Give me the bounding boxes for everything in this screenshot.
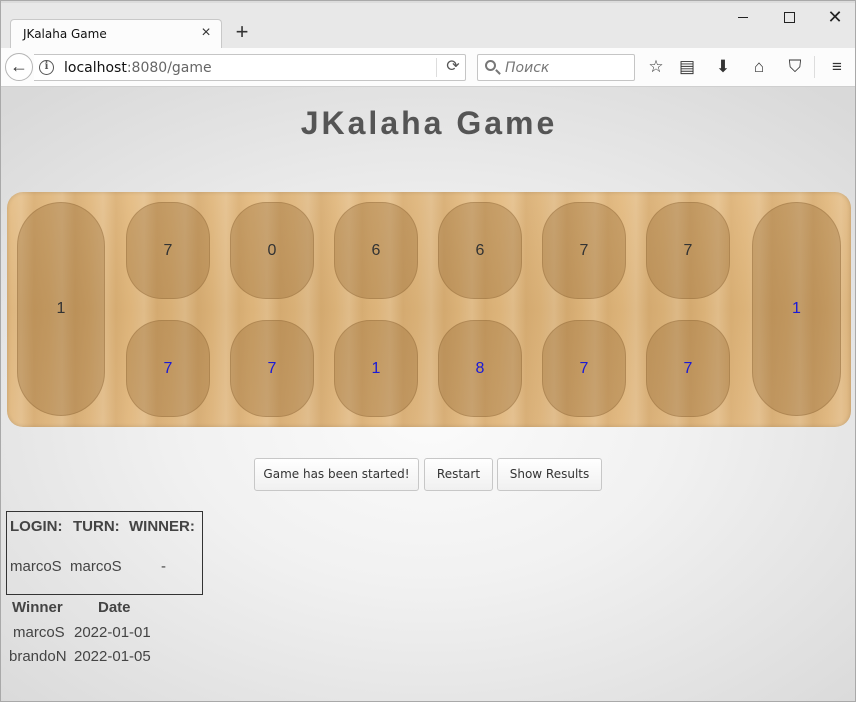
login-header: LOGIN:	[10, 518, 63, 535]
winner-value: -	[161, 558, 166, 575]
pit-count: 6	[475, 242, 485, 259]
pit-count: 1	[371, 360, 381, 377]
url-bar[interactable]: i localhost:8080/game ⟳	[34, 54, 466, 81]
search-icon	[485, 60, 496, 71]
pit-count: 0	[267, 242, 277, 259]
pit-count: 7	[579, 242, 589, 259]
back-arrow-icon[interactable]: ←	[5, 53, 33, 81]
status-table: LOGIN: TURN: WINNER: marcoS marcoS -	[6, 511, 203, 595]
login-value: marcoS	[10, 558, 62, 575]
pit-bottom-4[interactable]: 8	[438, 320, 522, 417]
star-icon[interactable]: ☆	[645, 56, 667, 78]
winner-header: WINNER:	[129, 518, 195, 535]
info-icon[interactable]: i	[39, 60, 54, 75]
turn-value: marcoS	[70, 558, 122, 575]
browser-window: JKalaha Game × + ✕ ← i localhost:8080/ga…	[0, 0, 856, 702]
reading-list-icon[interactable]: ▤	[676, 56, 698, 78]
restart-button[interactable]: Restart	[424, 458, 493, 491]
pit-bottom-6[interactable]: 7	[646, 320, 730, 417]
pit-bottom-1[interactable]: 7	[126, 320, 210, 417]
kalaha-board: 1 7 0 6 6 7 7 7 7 1 8 7 7 1	[7, 192, 851, 427]
title-bar-top-line	[1, 1, 855, 3]
pit-count: 7	[267, 360, 277, 377]
pocket-icon[interactable]: ⛉	[784, 56, 806, 78]
url-host: localhost	[64, 60, 127, 76]
pit-bottom-5[interactable]: 7	[542, 320, 626, 417]
title-bar: JKalaha Game × + ✕	[1, 1, 855, 48]
right-store: 1	[752, 202, 841, 416]
pit-bottom-2[interactable]: 7	[230, 320, 314, 417]
pit-count: 7	[163, 242, 173, 259]
navigation-toolbar: ← i localhost:8080/game ⟳ Поиск ☆ ▤ ⬇ ⌂ …	[1, 48, 855, 87]
game-status-button[interactable]: Game has been started!	[254, 458, 419, 491]
pit-count: 6	[371, 242, 381, 259]
pit-count: 7	[163, 360, 173, 377]
pit-count: 7	[683, 360, 693, 377]
results-winner-cell: marcoS	[13, 624, 65, 641]
home-icon[interactable]: ⌂	[748, 56, 770, 78]
results-date-header: Date	[98, 599, 131, 616]
right-store-count: 1	[792, 300, 801, 317]
pit-top-5[interactable]: 7	[542, 202, 626, 299]
show-results-button[interactable]: Show Results	[497, 458, 602, 491]
window-close-button[interactable]: ✕	[821, 7, 849, 29]
pit-top-6[interactable]: 7	[646, 202, 730, 299]
tab-title: JKalaha Game	[23, 27, 107, 41]
search-placeholder: Поиск	[505, 60, 550, 76]
pit-bottom-3[interactable]: 1	[334, 320, 418, 417]
pit-count: 7	[683, 242, 693, 259]
results-date-cell: 2022-01-01	[74, 624, 151, 641]
page-title: JKalaha Game	[300, 105, 558, 141]
search-input[interactable]: Поиск	[477, 54, 635, 81]
minimize-button[interactable]	[729, 7, 757, 29]
pit-top-1[interactable]: 7	[126, 202, 210, 299]
turn-header: TURN:	[73, 518, 120, 535]
maximize-button[interactable]	[775, 7, 803, 29]
results-winner-header: Winner	[12, 599, 63, 616]
toolbar-divider	[814, 56, 815, 78]
menu-icon[interactable]: ≡	[826, 56, 848, 78]
browser-tab[interactable]: JKalaha Game ×	[10, 19, 222, 48]
pit-top-3[interactable]: 6	[334, 202, 418, 299]
download-icon[interactable]: ⬇	[712, 56, 734, 78]
page-content: JKalaha Game 1 7 0 6 6 7 7 7 7 1 8 7 7 1…	[1, 87, 855, 701]
new-tab-button[interactable]: +	[232, 21, 252, 43]
pit-top-2[interactable]: 0	[230, 202, 314, 299]
left-store-count: 1	[56, 300, 66, 317]
reload-icon[interactable]: ⟳	[444, 58, 462, 76]
close-icon[interactable]: ×	[198, 25, 214, 41]
pit-count: 7	[579, 360, 589, 377]
url-path: :8080/game	[126, 60, 212, 76]
results-winner-cell: brandoN	[9, 648, 67, 665]
results-date-cell: 2022-01-05	[74, 648, 151, 665]
pit-top-4[interactable]: 6	[438, 202, 522, 299]
url-divider	[436, 58, 437, 77]
pit-count: 8	[475, 360, 485, 377]
url-text[interactable]: localhost:8080/game	[64, 60, 212, 76]
left-store: 1	[17, 202, 105, 416]
